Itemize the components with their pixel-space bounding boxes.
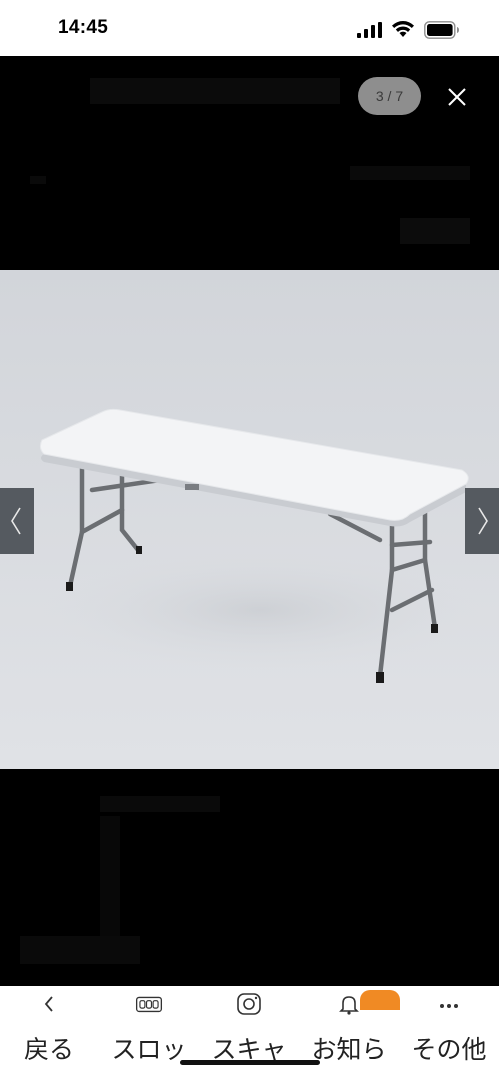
camera-icon [237,993,261,1015]
folding-table-image [0,270,499,769]
next-image-button[interactable] [465,488,499,554]
back-icon [44,996,53,1012]
slot-icon [135,996,163,1013]
bottom-toolbar: 戻る スロッ スキャ お知ら その他 [0,986,499,1080]
chevron-left-icon [11,507,21,535]
cellular-signal-icon [357,22,382,38]
toolbar-more-button[interactable]: その他 [400,986,498,1080]
wifi-icon [392,21,414,37]
product-photo[interactable] [0,270,499,769]
close-icon[interactable] [444,84,470,110]
toolbar-back-label: 戻る [23,1035,74,1064]
battery-icon [424,21,459,39]
toolbar-scan-button[interactable]: スキャ [200,986,298,1080]
chevron-right-icon [478,507,488,535]
notification-badge [360,990,400,1010]
toolbar-back-button[interactable]: 戻る [0,986,98,1080]
status-bar: 14:45 [0,0,499,56]
more-icon [440,1004,458,1008]
previous-image-button[interactable] [0,488,34,554]
status-time: 14:45 [58,17,109,38]
image-counter: 3 / 7 [358,77,421,115]
toolbar-more-label: その他 [411,1035,487,1064]
home-indicator [180,1060,320,1065]
bell-icon [339,996,359,1015]
toolbar-slot-button[interactable]: スロッ [100,986,198,1080]
image-viewer: 3 / 7 [0,56,499,986]
